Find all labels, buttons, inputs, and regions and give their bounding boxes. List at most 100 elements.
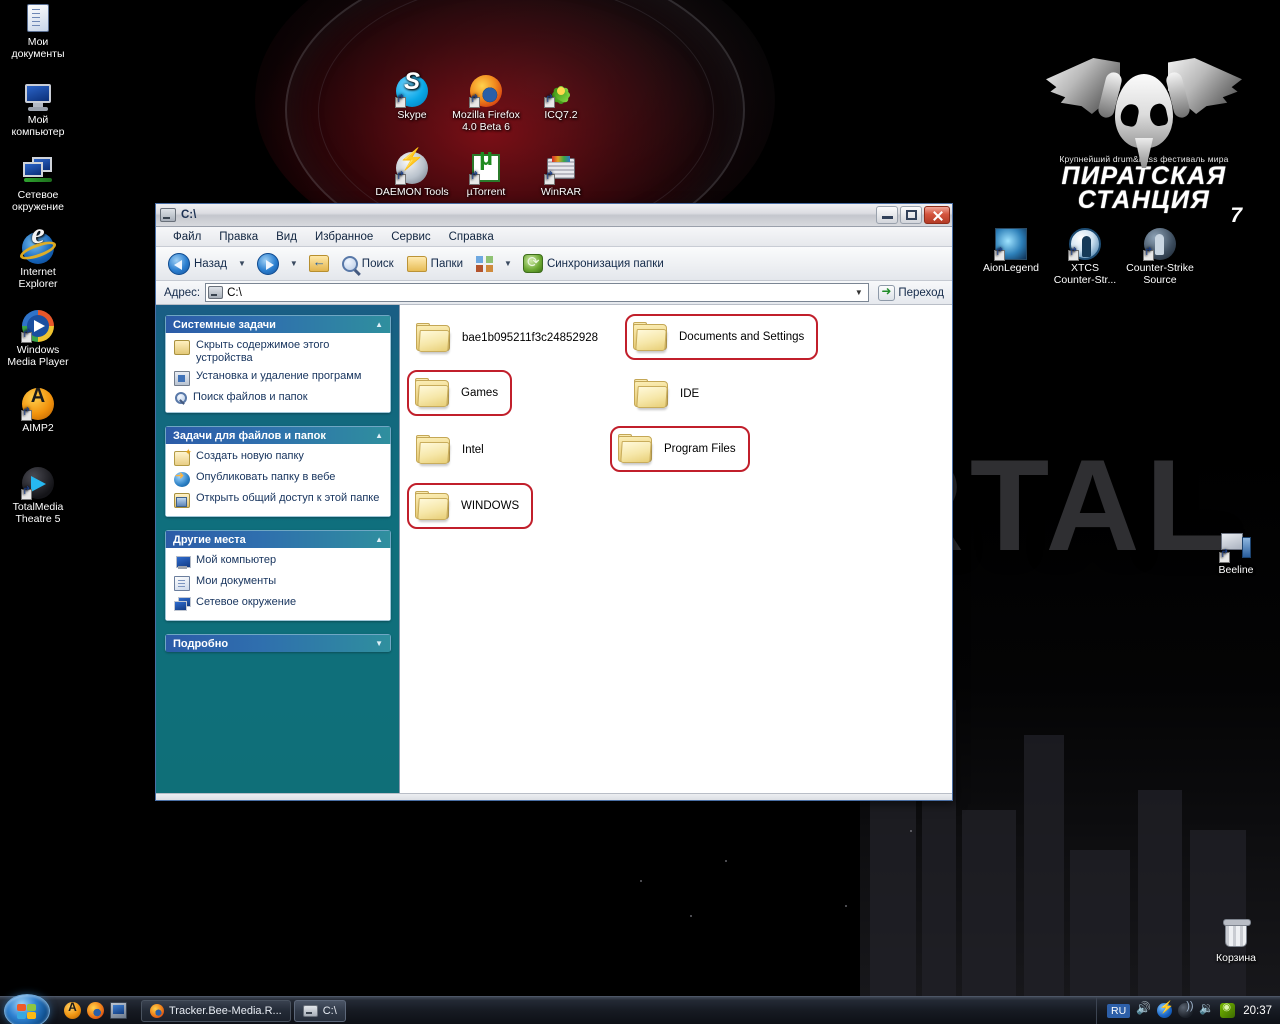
desktop-icon-internet-explorer[interactable]: InternetExplorer [0,228,76,290]
task-button-explorer[interactable]: C:\ [293,999,346,1022]
maximize-button[interactable] [900,206,922,224]
desktop-icon-my-computer[interactable]: Мой компьютер [0,80,76,138]
panel-file-folder-tasks[interactable]: Задачи для файлов и папок ▲ Создать нову… [165,426,391,517]
volume-icon[interactable] [1199,1001,1214,1018]
task-sidebar[interactable]: Системные задачи ▲ Скрыть содержимое это… [156,305,399,793]
task-label[interactable]: Мой компьютер [196,554,276,567]
desktop-icon-beeline[interactable]: Beeline [1198,530,1274,577]
nvidia-icon[interactable] [1220,1002,1236,1018]
network-icon[interactable] [1178,1000,1194,1018]
place-my-computer[interactable]: Мой компьютер [174,554,382,570]
chevron-down-icon[interactable]: ▼ [375,639,383,648]
chevron-up-icon[interactable]: ▲ [375,535,383,544]
panel-other-places[interactable]: Другие места ▲ Мой компьютер Мои докумен… [165,530,391,621]
chevron-up-icon[interactable]: ▲ [375,431,383,440]
task-label[interactable]: Опубликовать папку в вебе [196,471,335,484]
desktop[interactable]: RTAL Крупнейший drum&bass фестиваль мира… [0,0,1280,996]
panel-system-tasks[interactable]: Системные задачи ▲ Скрыть содержимое это… [165,315,391,413]
panel-header[interactable]: Другие места ▲ [165,530,391,548]
desktop-icon-skype[interactable]: Skype [374,75,450,122]
desktop-icon-aion-legend[interactable]: AionLegend [973,228,1049,275]
taskbar[interactable]: Tracker.Bee-Media.R... C:\ RU 20:37 [0,993,1280,1024]
desktop-icon-totalmedia-theatre[interactable]: TotalMediaTheatre 5 [0,467,76,525]
window-titlebar[interactable]: C:\ [156,204,952,227]
menu-tools[interactable]: Сервис [382,229,439,245]
task-new-folder[interactable]: Создать новую папку [174,447,382,466]
folder-item[interactable]: IDE [628,373,711,415]
desktop-icon-xtcs-counterstrike[interactable]: XTCSCounter-Str... [1047,228,1123,286]
panel-header[interactable]: Подробно ▼ [165,634,391,652]
folders-button[interactable]: Папки [401,252,469,276]
folder-item[interactable]: Games [407,370,513,416]
back-button[interactable]: Назад [162,249,233,279]
toolbar[interactable]: Назад ▼ ▼ Поиск Папки ▼ [156,247,952,281]
task-label[interactable]: Установка и удаление программ [196,370,361,383]
folder-item[interactable]: Program Files [610,426,750,472]
task-label[interactable]: Поиск файлов и папок [193,391,308,404]
panel-header[interactable]: Задачи для файлов и папок ▲ [165,426,391,444]
task-label[interactable]: Скрыть содержимое этого устройства [196,339,382,365]
desktop-icon-recycle-bin[interactable]: Корзина [1198,918,1274,965]
desktop-icon-daemon-tools[interactable]: DAEMON Tools [374,152,450,199]
panel-details[interactable]: Подробно ▼ [165,634,391,652]
back-dropdown-icon[interactable]: ▼ [234,259,250,268]
desktop-icon-counter-strike-source[interactable]: Counter-StrikeSource [1122,228,1198,286]
file-list-pane[interactable]: bae1b095211f3c24852928 Documents and Set… [399,305,952,793]
panel-header[interactable]: Системные задачи ▲ [165,315,391,333]
folder-item[interactable]: Documents and Settings [625,314,819,360]
task-buttons[interactable]: Tracker.Bee-Media.R... C:\ [135,999,1096,1022]
folder-item[interactable]: Intel [410,429,496,471]
forward-button[interactable] [251,249,285,279]
desktop-icon-windows-media-player[interactable]: WindowsMedia Player [0,310,76,368]
close-button[interactable] [924,206,950,224]
place-network-places[interactable]: Сетевое окружение [174,596,382,612]
show-desktop-icon[interactable] [110,1002,127,1019]
menu-favorites[interactable]: Избранное [306,229,382,245]
desktop-icon-network-places[interactable]: Сетевое окружение [0,155,76,213]
desktop-icon-utorrent[interactable]: µTorrent [448,152,524,199]
folder-item[interactable]: bae1b095211f3c24852928 [410,317,610,359]
desktop-icon-my-documents[interactable]: Мои документы [0,2,76,60]
up-button[interactable] [303,251,335,276]
chevron-up-icon[interactable]: ▲ [375,320,383,329]
views-button[interactable] [470,252,499,276]
task-search-files[interactable]: Поиск файлов и папок [174,391,382,404]
task-add-remove-programs[interactable]: Установка и удаление программ [174,370,382,386]
views-dropdown-icon[interactable]: ▼ [500,259,516,268]
menu-bar[interactable]: Файл Правка Вид Избранное Сервис Справка [156,227,952,247]
firefox-icon[interactable] [87,1002,104,1019]
menu-view[interactable]: Вид [267,229,306,245]
task-button-tracker[interactable]: Tracker.Bee-Media.R... [141,999,291,1022]
desktop-icon-icq[interactable]: ICQ7.2 [523,75,599,122]
menu-help[interactable]: Справка [440,229,503,245]
aimp2-icon[interactable] [64,1000,81,1019]
go-button[interactable]: Переход [874,284,948,302]
desktop-icon-firefox[interactable]: Mozilla Firefox4.0 Beta 6 [448,75,524,133]
task-label[interactable]: Сетевое окружение [196,596,296,609]
quick-launch-bar[interactable] [56,1000,135,1019]
address-bar[interactable]: Адрес: C:\ ▼ Переход [156,281,952,305]
desktop-icon-aimp2[interactable]: AIMP2 [0,388,76,435]
task-label[interactable]: Создать новую папку [196,450,304,463]
system-tray[interactable]: RU 20:37 [1096,996,1280,1024]
daemon-tools-icon[interactable] [1157,1000,1174,1018]
place-my-documents[interactable]: Мои документы [174,575,382,591]
task-label[interactable]: Открыть общий доступ к этой папке [196,492,379,505]
task-hide-contents[interactable]: Скрыть содержимое этого устройства [174,339,382,365]
menu-file[interactable]: Файл [164,229,210,245]
task-publish-web[interactable]: Опубликовать папку в вебе [174,469,382,487]
minimize-button[interactable] [876,206,898,224]
clock[interactable]: 20:37 [1241,1005,1272,1017]
search-button[interactable]: Поиск [336,252,400,276]
address-input[interactable]: C:\ ▼ [205,283,870,302]
forward-dropdown-icon[interactable]: ▼ [286,259,302,268]
menu-edit[interactable]: Правка [210,229,267,245]
volume-red-icon[interactable] [1136,1001,1151,1018]
desktop-icon-winrar[interactable]: WinRAR [523,152,599,199]
task-share-folder[interactable]: Открыть общий доступ к этой папке [174,492,382,508]
task-label[interactable]: Мои документы [196,575,276,588]
language-indicator[interactable]: RU [1107,1003,1131,1018]
chevron-down-icon[interactable]: ▼ [851,288,866,297]
sync-folder-button[interactable]: Синхронизация папки [517,250,670,277]
folder-item[interactable]: WINDOWS [407,483,534,529]
